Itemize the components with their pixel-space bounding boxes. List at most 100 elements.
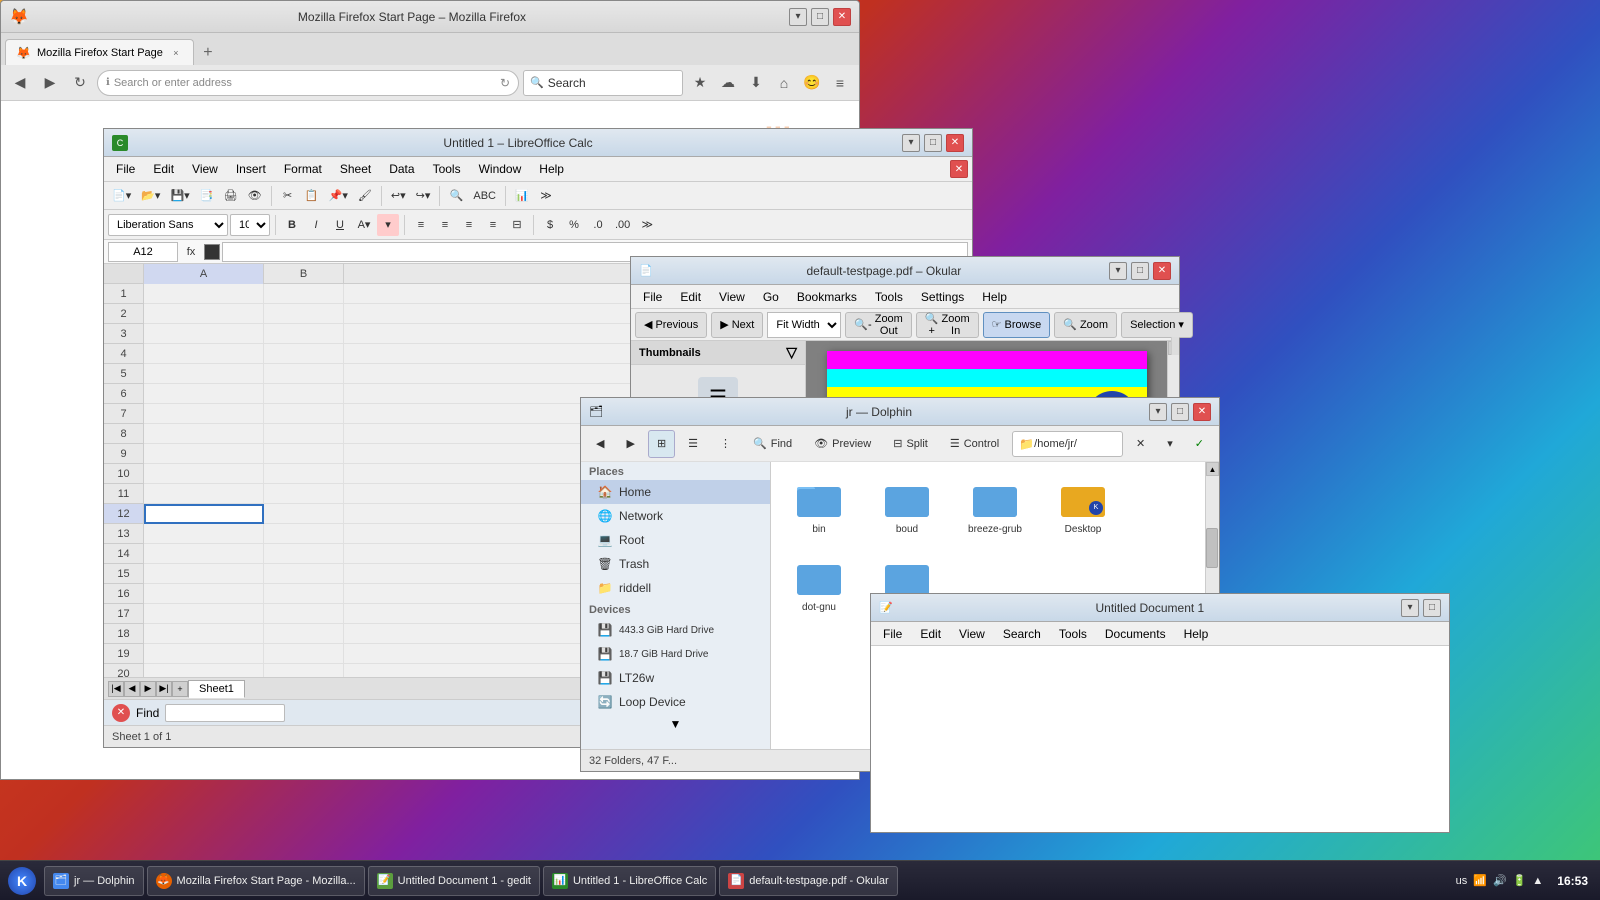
calc-currency-btn[interactable]: $	[539, 214, 561, 236]
dolphin-forward-btn[interactable]: ▶	[617, 430, 643, 458]
firefox-new-tab-btn[interactable]: +	[196, 41, 220, 65]
okular-zoom-in-btn[interactable]: 🔍+ Zoom In	[916, 312, 979, 338]
calc-tb-undo[interactable]: ↩▾	[387, 185, 410, 207]
file-desktop[interactable]: K Desktop	[1043, 470, 1123, 540]
cell-a6[interactable]	[144, 384, 264, 404]
cell-b13[interactable]	[264, 524, 344, 544]
okular-menu-go[interactable]: Go	[755, 288, 787, 306]
sheet-nav-last[interactable]: ▶|	[156, 681, 172, 697]
okular-minimize-btn[interactable]: ▾	[1109, 262, 1127, 280]
cell-b7[interactable]	[264, 404, 344, 424]
cell-a12[interactable]	[144, 504, 264, 524]
file-boud[interactable]: boud	[867, 470, 947, 540]
dolphin-address-clear[interactable]: ✕	[1127, 430, 1154, 458]
okular-menu-tools[interactable]: Tools	[867, 288, 911, 306]
cell-a3[interactable]	[144, 324, 264, 344]
cell-b12[interactable]	[264, 504, 344, 524]
calc-menu-help[interactable]: Help	[531, 160, 572, 178]
firefox-home-btn[interactable]: ⌂	[771, 70, 797, 96]
cell-a18[interactable]	[144, 624, 264, 644]
calc-tb-print[interactable]: 🖨	[220, 185, 242, 207]
taskbar-item-gedit[interactable]: 📝 Untitled Document 1 - gedit	[368, 866, 540, 896]
cell-a20[interactable]	[144, 664, 264, 677]
okular-menu-edit[interactable]: Edit	[672, 288, 709, 306]
taskbar-start-btn[interactable]: K	[4, 865, 40, 897]
place-network[interactable]: 🌐 Network	[581, 504, 770, 528]
firefox-address-bar[interactable]: ℹ Search or enter address ↻	[97, 70, 519, 96]
calc-menu-window[interactable]: Window	[471, 160, 530, 178]
row-10[interactable]: 10	[104, 464, 143, 484]
dolphin-address-expand[interactable]: ▾	[1158, 430, 1182, 458]
firefox-bookmark-btn[interactable]: ★	[687, 70, 713, 96]
gedit-menu-view[interactable]: View	[951, 625, 993, 643]
okular-zoom-out-btn[interactable]: 🔍- Zoom Out	[845, 312, 911, 338]
row-6[interactable]: 6	[104, 384, 143, 404]
row-13[interactable]: 13	[104, 524, 143, 544]
dolphin-minimize-btn[interactable]: ▾	[1149, 403, 1167, 421]
calc-menu-insert[interactable]: Insert	[228, 160, 274, 178]
sheet-nav-first[interactable]: |◀	[108, 681, 124, 697]
file-dot-gnu[interactable]: dot-gnu	[779, 548, 859, 618]
calc-menubar-close[interactable]: ✕	[950, 160, 968, 178]
row-8[interactable]: 8	[104, 424, 143, 444]
taskbar-item-firefox[interactable]: 🦊 Mozilla Firefox Start Page - Mozilla..…	[147, 866, 365, 896]
calc-tb-copy[interactable]: 📋	[301, 185, 323, 207]
row-4[interactable]: 4	[104, 344, 143, 364]
gedit-maximize-btn[interactable]: □	[1423, 599, 1441, 617]
calc-menu-view[interactable]: View	[184, 160, 226, 178]
dolphin-view-list-btn[interactable]: ☰	[679, 430, 707, 458]
calc-menu-data[interactable]: Data	[381, 160, 422, 178]
cell-b19[interactable]	[264, 644, 344, 664]
row-16[interactable]: 16	[104, 584, 143, 604]
taskbar-clock[interactable]: 16:53	[1549, 874, 1596, 888]
dolphin-back-btn[interactable]: ◀	[587, 430, 613, 458]
firefox-sync-btn[interactable]: 😊	[799, 70, 825, 96]
okular-zoom-btn[interactable]: 🔍 Zoom	[1054, 312, 1117, 338]
gedit-menu-documents[interactable]: Documents	[1097, 625, 1174, 643]
taskbar-item-okular[interactable]: 📄 default-testpage.pdf - Okular	[719, 866, 897, 896]
okular-menu-help[interactable]: Help	[974, 288, 1015, 306]
cell-b18[interactable]	[264, 624, 344, 644]
calc-align-center-btn[interactable]: ≡	[434, 214, 456, 236]
find-close-btn[interactable]: ✕	[112, 704, 130, 722]
gedit-menu-help[interactable]: Help	[1176, 625, 1217, 643]
cell-a10[interactable]	[144, 464, 264, 484]
calc-tb-preview[interactable]: 👁	[244, 185, 266, 207]
calc-menu-sheet[interactable]: Sheet	[332, 160, 379, 178]
calc-tb-new[interactable]: 📄▾	[108, 185, 135, 207]
calc-tb-save[interactable]: 💾▾	[166, 185, 193, 207]
cell-b16[interactable]	[264, 584, 344, 604]
calc-tb-redo[interactable]: ↪▾	[412, 185, 435, 207]
calc-menu-format[interactable]: Format	[276, 160, 330, 178]
dolphin-scroll-up[interactable]: ▲	[1206, 462, 1219, 476]
row-20[interactable]: 20	[104, 664, 143, 677]
calc-more2-btn[interactable]: ≫	[636, 214, 658, 236]
gedit-menu-search[interactable]: Search	[995, 625, 1049, 643]
okular-selection-btn[interactable]: Selection ▾	[1121, 312, 1193, 338]
firefox-pocket-btn[interactable]: ⬇	[743, 70, 769, 96]
firefox-menu-btn[interactable]: ≡	[827, 70, 853, 96]
place-lt26w[interactable]: 💾 LT26w	[581, 666, 770, 690]
row-12[interactable]: 12	[104, 504, 143, 524]
calc-menu-tools[interactable]: Tools	[425, 160, 469, 178]
file-breeze-grub[interactable]: breeze-grub	[955, 470, 1035, 540]
calc-bold-btn[interactable]: B	[281, 214, 303, 236]
calc-size-selector[interactable]: 10	[230, 214, 270, 236]
calc-menu-edit[interactable]: Edit	[145, 160, 182, 178]
calc-decimal-inc-btn[interactable]: .0	[587, 214, 609, 236]
okular-close-btn[interactable]: ✕	[1153, 262, 1171, 280]
calc-tb-format-paint[interactable]: 🖌	[354, 185, 376, 207]
dolphin-view-tree-btn[interactable]: ⋮	[711, 430, 740, 458]
okular-menu-settings[interactable]: Settings	[913, 288, 972, 306]
cell-a13[interactable]	[144, 524, 264, 544]
place-home[interactable]: 🏠 Home	[581, 480, 770, 504]
cell-reference-input[interactable]	[108, 242, 178, 262]
calc-maximize-btn[interactable]: □	[924, 134, 942, 152]
dolphin-address-confirm[interactable]: ✓	[1186, 430, 1213, 458]
row-17[interactable]: 17	[104, 604, 143, 624]
gedit-minimize-btn[interactable]: ▾	[1401, 599, 1419, 617]
cell-b1[interactable]	[264, 284, 344, 304]
okular-zoom-select[interactable]: Fit Width Fit Page 50% 75% 100%	[767, 312, 841, 338]
cell-a8[interactable]	[144, 424, 264, 444]
row-14[interactable]: 14	[104, 544, 143, 564]
